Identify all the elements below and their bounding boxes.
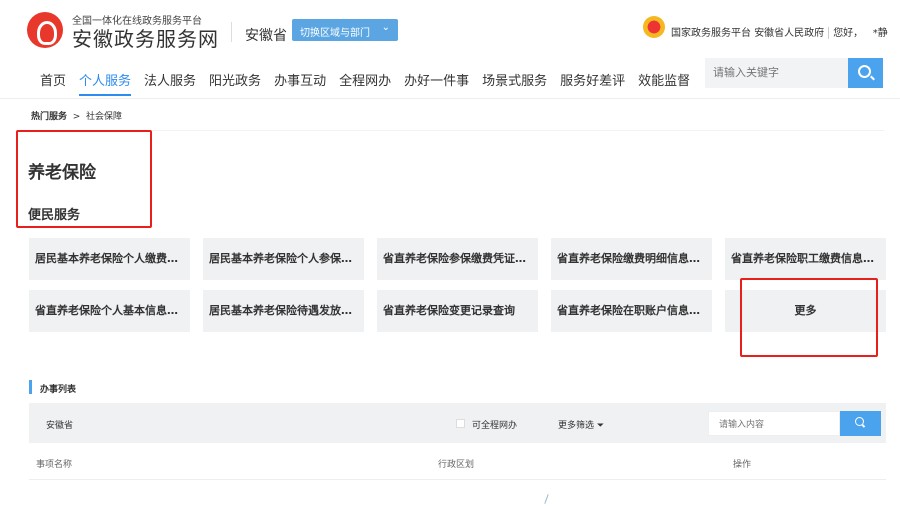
breadcrumb-hot-services[interactable]: 热门服务 bbox=[31, 112, 67, 122]
breadcrumb: 热门服务 > 社会保障 bbox=[31, 109, 122, 122]
online-checkbox[interactable] bbox=[456, 419, 465, 428]
service-card[interactable]: 省直养老保险个人基本信息查询 bbox=[29, 290, 190, 332]
more-filter-button[interactable]: 更多筛选 ⏷ bbox=[558, 418, 604, 431]
link-national-platform[interactable]: 国家政务服务平台 bbox=[671, 28, 751, 39]
current-province: 安徽省 bbox=[245, 28, 287, 44]
search-icon bbox=[855, 417, 864, 426]
service-card[interactable]: 省直养老保险在职账户信息查询 bbox=[551, 290, 712, 332]
main-nav: 首页 个人服务 法人服务 阳光政务 办事互动 全程网办 办好一件事 场景式服务 … bbox=[40, 70, 703, 96]
filter-province[interactable]: 安徽省 bbox=[46, 418, 73, 431]
divider bbox=[828, 27, 830, 39]
user-name[interactable]: *静 bbox=[873, 28, 888, 39]
nav-scenario-services[interactable]: 场景式服务 bbox=[482, 70, 547, 96]
column-header-name: 事项名称 bbox=[36, 460, 73, 470]
site-title[interactable]: 安徽政务服务网 bbox=[72, 23, 219, 52]
nav-home[interactable]: 首页 bbox=[40, 70, 66, 96]
search-button[interactable] bbox=[848, 58, 883, 88]
nav-service-review[interactable]: 服务好差评 bbox=[560, 70, 625, 96]
list-title: 办事列表 bbox=[40, 385, 77, 395]
breadcrumb-social-security: 社会保障 bbox=[86, 112, 123, 122]
service-card[interactable]: 居民基本养老保险待遇发放信息查询 bbox=[203, 290, 364, 332]
list-search-input[interactable] bbox=[708, 411, 840, 436]
divider bbox=[231, 22, 232, 42]
link-anhui-government[interactable]: 安徽省人民政府 bbox=[754, 28, 824, 39]
switch-region-label: 切换区域与部门 bbox=[300, 28, 370, 39]
nav-online-processing[interactable]: 全程网办 bbox=[339, 70, 391, 96]
service-card[interactable]: 省直养老保险职工缴费信息查询 bbox=[725, 238, 886, 280]
divider bbox=[0, 98, 900, 99]
service-card[interactable]: 居民基本养老保险个人缴费信息查询 bbox=[29, 238, 190, 280]
column-header-region: 行政区划 bbox=[438, 460, 475, 470]
nav-interaction[interactable]: 办事互动 bbox=[274, 70, 326, 96]
filter-icon: ⏷ bbox=[596, 421, 605, 431]
switch-region-button[interactable]: 切换区域与部门 ⌄ bbox=[292, 19, 398, 41]
breadcrumb-separator: > bbox=[72, 112, 81, 122]
search-input[interactable] bbox=[705, 58, 848, 88]
nav-one-thing[interactable]: 办好一件事 bbox=[404, 70, 469, 96]
highlight-box bbox=[16, 130, 152, 228]
site-logo[interactable] bbox=[27, 12, 63, 48]
online-checkbox-label[interactable]: 可全程网办 bbox=[472, 418, 517, 431]
search-icon bbox=[858, 65, 871, 78]
chevron-down-icon: ⌄ bbox=[381, 22, 390, 33]
nav-personal-services[interactable]: 个人服务 bbox=[79, 70, 132, 96]
greeting: 您好， bbox=[833, 28, 864, 39]
list-search-button[interactable] bbox=[840, 411, 881, 436]
more-filter-label: 更多筛选 bbox=[558, 421, 595, 431]
divider bbox=[29, 479, 886, 480]
column-header-actions: 操作 bbox=[733, 460, 752, 470]
service-card[interactable]: 居民基本养老保险个人参保信息查询 bbox=[203, 238, 364, 280]
service-card[interactable]: 省直养老保险变更记录查询 bbox=[377, 290, 538, 332]
top-links: 国家政务服务平台 安徽省人民政府 您好， *静 bbox=[671, 24, 888, 39]
highlight-box bbox=[740, 278, 878, 357]
nav-open-government[interactable]: 阳光政务 bbox=[209, 70, 261, 96]
section-marker bbox=[29, 380, 32, 394]
service-card[interactable]: 省直养老保险参保缴费凭证打印 bbox=[377, 238, 538, 280]
nav-corporate-services[interactable]: 法人服务 bbox=[144, 70, 196, 96]
service-card[interactable]: 省直养老保险缴费明细信息查询 bbox=[551, 238, 712, 280]
loading-spinner bbox=[544, 494, 549, 504]
nav-supervision[interactable]: 效能监督 bbox=[638, 70, 690, 96]
national-emblem-icon bbox=[643, 16, 665, 38]
